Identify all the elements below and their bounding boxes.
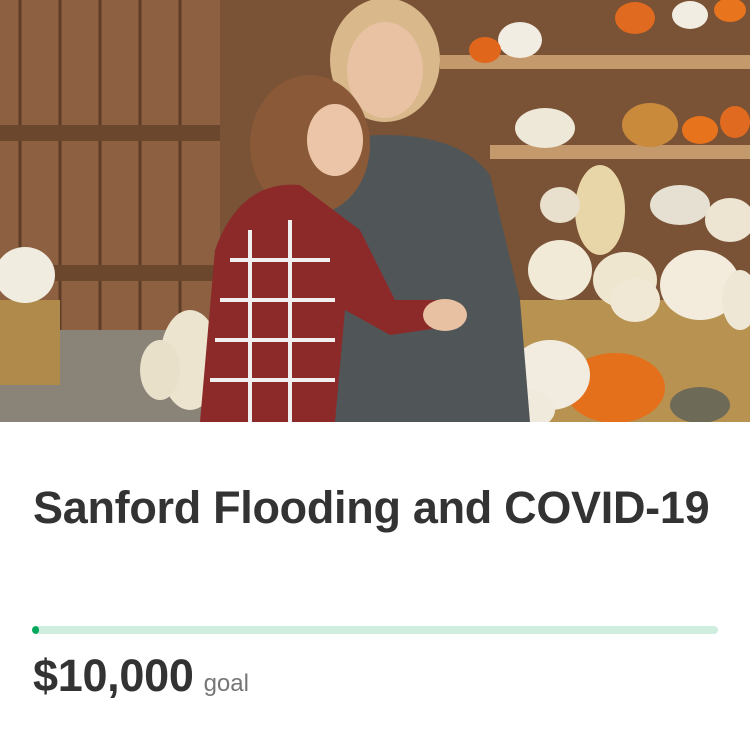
goal-amount: $10,000 — [33, 650, 194, 701]
campaign-title[interactable]: Sanford Flooding and COVID-19 — [33, 478, 713, 538]
donation-progress-fill — [32, 626, 39, 634]
campaign-photo-illustration — [0, 0, 750, 422]
goal-label: goal — [203, 670, 249, 697]
fundraiser-card[interactable]: Sanford Flooding and COVID-19 $10,000 go… — [0, 0, 750, 730]
donation-progress-bar — [32, 626, 718, 634]
goal-row: $10,000 goal — [33, 648, 249, 708]
campaign-photo[interactable] — [0, 0, 750, 422]
